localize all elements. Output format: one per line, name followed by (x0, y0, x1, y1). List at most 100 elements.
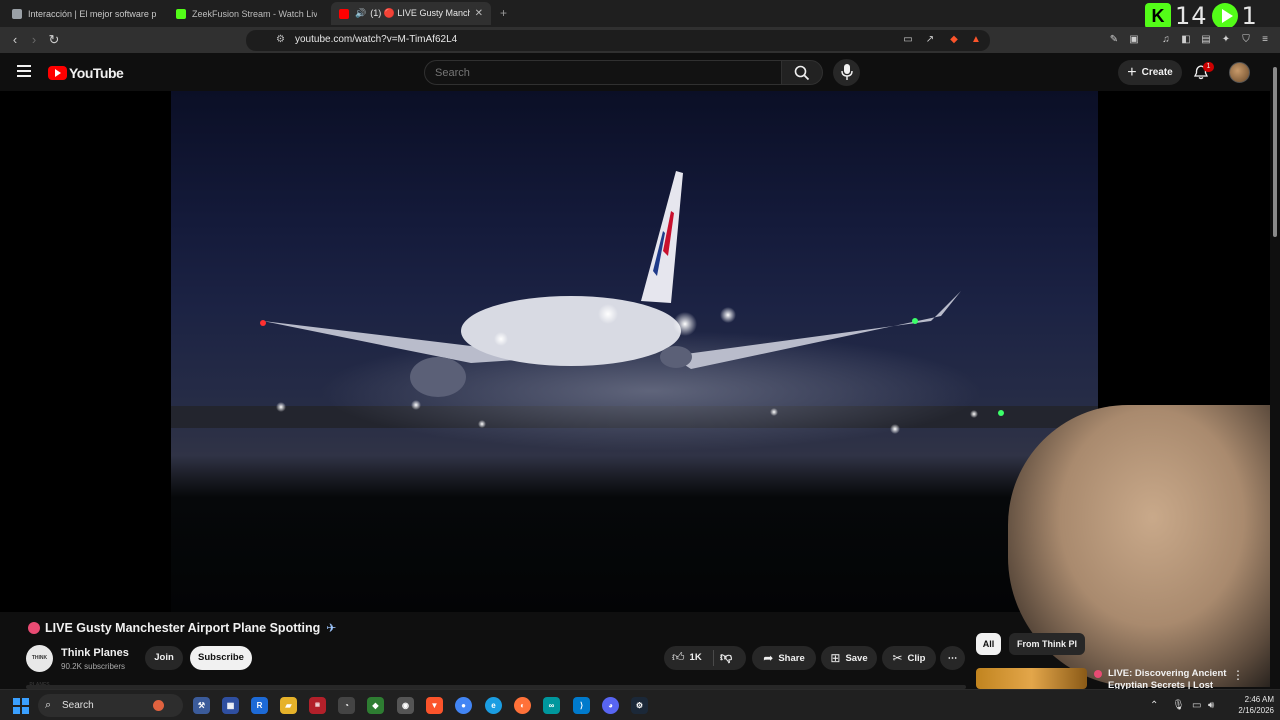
extensions-icon[interactable]: ✎ (1108, 34, 1120, 46)
channel-name[interactable]: Think Planes (61, 647, 129, 659)
plus-icon: + (1127, 63, 1137, 81)
chip-from-channel[interactable]: From Think Pl (1009, 633, 1086, 655)
leo-ai-icon[interactable]: ✦ (1220, 34, 1232, 46)
hamburger-menu-icon[interactable] (17, 65, 31, 77)
save-button[interactable]: ⊞ Save (821, 646, 877, 670)
vscode-icon[interactable]: ⟩ (573, 697, 590, 714)
youtube-play-icon (48, 66, 67, 80)
subscriber-count: 90.2K subscribers (61, 662, 126, 671)
windows-taskbar: ⌕ Search ⚒ ▦ R ▰ ▤ ◔ ◆ ◉ ▼ ● e ◐ ∞ ⟩ ◕ ⚙… (0, 689, 1280, 720)
vpn-icon[interactable]: ⛉ (1240, 34, 1252, 46)
browser-menu-icon[interactable]: ≡ (1259, 34, 1271, 46)
screenshot-icon[interactable]: ▣ (1128, 34, 1140, 46)
browser-tab-youtube[interactable]: 🔊 (1) 🔴 LIVE Gusty Mancheste ✕ (331, 2, 491, 25)
file-explorer-icon[interactable]: ▰ (280, 697, 297, 714)
thumbs-down-icon: 👎︎ (720, 650, 733, 664)
like-divider (713, 650, 714, 666)
volume-icon[interactable]: 🔊︎ (1208, 700, 1214, 711)
tab-title: ZeekFusion Stream - Watch Live (192, 8, 317, 19)
wallet-icon[interactable]: ▤ (1200, 34, 1212, 46)
site-settings-icon[interactable]: ⚙ (276, 34, 285, 45)
video-player[interactable] (171, 91, 1098, 612)
search-input[interactable] (424, 60, 782, 85)
rider-app-icon[interactable]: R (251, 697, 268, 714)
taskbar-search-box[interactable]: ⌕ Search (38, 694, 183, 717)
play-logo-icon (1211, 3, 1238, 29)
audio-playing-icon[interactable]: 🔊 (355, 8, 366, 19)
system-clock[interactable]: 2:46 AM 2/16/2026 (1226, 694, 1274, 716)
channel-avatar[interactable]: THINK PLANES (26, 645, 53, 688)
share-label: Share (778, 652, 805, 664)
chip-all[interactable]: All (976, 633, 1001, 655)
windows-start-icon[interactable] (13, 698, 29, 714)
search-icon (794, 65, 810, 81)
recommendation-thumbnail[interactable] (976, 668, 1087, 689)
save-label: Save (845, 652, 868, 664)
media-icon[interactable]: ♫ (1160, 34, 1172, 46)
youtube-favicon-icon (339, 8, 349, 19)
share-arrow-icon: ➦ (763, 651, 774, 665)
microphone-tray-icon[interactable]: 🎙︎ (1172, 700, 1185, 711)
video-title: LIVE Gusty Manchester Airport Plane Spot… (45, 621, 321, 635)
share-button[interactable]: ➦ Share (752, 646, 816, 670)
search-button[interactable] (781, 60, 823, 85)
video-title-row: LIVE Gusty Manchester Airport Plane Spot… (28, 621, 336, 635)
bookmark-save-icon: ⊞ (830, 651, 841, 665)
dislike-button[interactable]: 👎︎ (720, 650, 732, 665)
clip-button[interactable]: ✂ Clip (882, 646, 936, 670)
steam-icon[interactable]: ⚙ (631, 697, 648, 714)
discord-icon[interactable]: ◕ (602, 697, 619, 714)
firefox-icon[interactable]: ◐ (514, 697, 531, 714)
show-hidden-icons-icon[interactable]: ⌃ (1150, 700, 1158, 711)
video-frame-airplane (171, 171, 1098, 451)
url-text: youtube.com/watch?v=M-TimAf62L4 (295, 34, 458, 45)
forward-icon[interactable]: › (26, 32, 42, 48)
search-icon: ⌕ (45, 699, 52, 711)
vpn-app-icon[interactable]: ◆ (367, 697, 384, 714)
sidebar-icon[interactable]: ◧ (1180, 34, 1192, 46)
like-button[interactable]: 👍︎ 1K (672, 650, 702, 665)
voice-search-button[interactable] (833, 59, 860, 86)
clip-label: Clip (907, 652, 926, 664)
brave-rewards-icon[interactable]: ▲ (970, 34, 982, 46)
chrome-icon[interactable]: ● (455, 697, 472, 714)
obs-studio-icon[interactable]: ◉ (397, 697, 414, 714)
new-tab-button[interactable]: + (500, 6, 507, 20)
task-view-icon[interactable]: ⚒ (193, 697, 210, 714)
edge-icon[interactable]: e (485, 697, 502, 714)
scrollbar-thumb[interactable] (1273, 67, 1277, 237)
app-launcher-icon[interactable]: ▦ (222, 697, 239, 714)
subscribe-button[interactable]: Subscribe (190, 646, 252, 670)
address-bar[interactable]: ⚙ youtube.com/watch?v=M-TimAf62L4 ▭ ↗ ◆ … (246, 30, 990, 51)
brave-browser-icon[interactable]: ▼ (426, 697, 443, 714)
youtube-header: YouTube + Create 1 (0, 53, 1280, 91)
browser-tab-zeekfusion[interactable]: ZeekFusion Stream - Watch Live (168, 2, 328, 25)
page-scrollbar[interactable] (1270, 53, 1280, 689)
notification-count-badge: 1 (1203, 62, 1214, 72)
account-avatar[interactable] (1229, 62, 1250, 83)
share-page-icon[interactable]: ↗ (924, 34, 936, 46)
youtube-logo[interactable]: YouTube (48, 65, 124, 81)
tab-title: Interacción | El mejor software para g (28, 8, 156, 19)
scissors-icon: ✂ (892, 651, 903, 665)
browser-tab-strip: Interacción | El mejor software para g Z… (0, 0, 1280, 30)
search-box (424, 60, 823, 85)
search-highlight-icon (153, 700, 164, 711)
microphone-icon (841, 64, 853, 80)
close-tab-icon[interactable]: ✕ (475, 8, 483, 19)
display-tray-icon[interactable]: ▭ (1192, 700, 1201, 711)
brave-shields-icon[interactable]: ◆ (948, 34, 960, 46)
recommendation-title[interactable]: LIVE: Discovering Ancient Egyptian Secre… (1092, 668, 1232, 689)
clock-app-icon[interactable]: ◔ (338, 697, 355, 714)
browser-tab-interaccion[interactable]: Interacción | El mejor software para g (4, 2, 166, 25)
join-button[interactable]: Join (145, 646, 183, 670)
back-icon[interactable]: ‹ (7, 32, 23, 48)
recommendation-menu-icon[interactable]: ⋮ (1232, 668, 1244, 682)
reload-icon[interactable]: ↻ (46, 32, 62, 48)
video-editor-icon[interactable]: ▤ (309, 697, 326, 714)
cast-icon[interactable]: ▭ (902, 34, 914, 46)
arduino-icon[interactable]: ∞ (543, 697, 560, 714)
create-button[interactable]: + Create (1118, 60, 1182, 85)
more-actions-button[interactable]: ⋯ (940, 646, 965, 670)
like-dislike-group: 👍︎ 1K 👎︎ (664, 646, 746, 670)
